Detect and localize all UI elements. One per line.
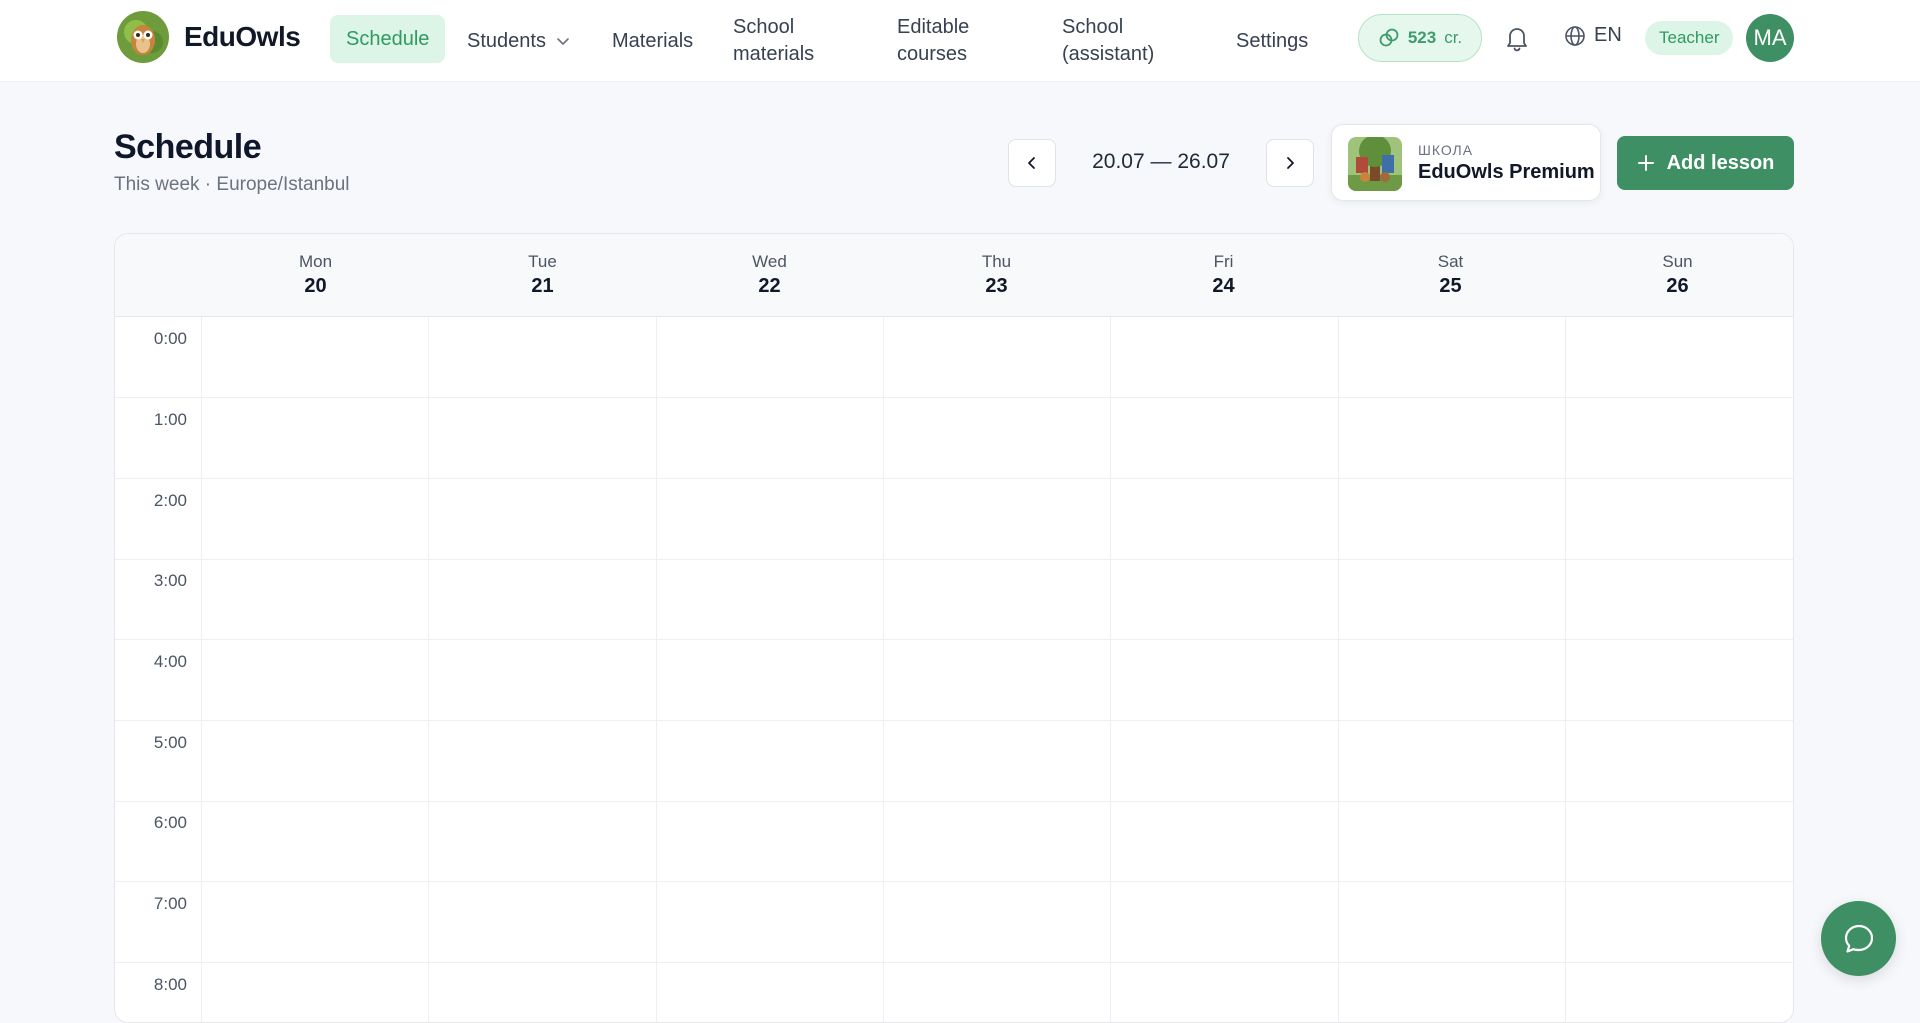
hour-divider bbox=[115, 801, 1793, 802]
page-subtitle: This week · Europe/Istanbul bbox=[114, 174, 350, 195]
brand-name[interactable]: EduOwls bbox=[184, 21, 301, 53]
hour-label: 4:00 bbox=[153, 652, 187, 671]
nav-item-materials[interactable]: Materials bbox=[612, 0, 693, 82]
school-label: ШКОЛА bbox=[1418, 142, 1474, 158]
column-divider bbox=[201, 317, 202, 1022]
hour-divider bbox=[115, 962, 1793, 963]
day-header-mon: Mon 20 bbox=[202, 252, 429, 298]
coins-icon bbox=[1379, 28, 1399, 47]
day-header-tue: Tue 21 bbox=[429, 252, 656, 298]
week-calendar: Mon 20 Tue 21 Wed 22 Thu 23 Fri 24 Sat 2… bbox=[114, 233, 1794, 1023]
hour-label: 1:00 bbox=[153, 410, 187, 429]
hour-label: 3:00 bbox=[153, 571, 187, 590]
column-divider bbox=[883, 317, 884, 1022]
plus-icon bbox=[1637, 155, 1654, 171]
day-number: 24 bbox=[1212, 275, 1235, 297]
column-divider bbox=[1338, 317, 1339, 1022]
day-header-thu: Thu 23 bbox=[883, 252, 1110, 298]
role-badge: Teacher bbox=[1645, 21, 1734, 55]
hour-label: 8:00 bbox=[153, 975, 187, 994]
globe-icon bbox=[1565, 25, 1585, 46]
day-header-fri: Fri 24 bbox=[1110, 252, 1337, 298]
chat-bubble-icon bbox=[1844, 924, 1873, 953]
chevron-right-icon bbox=[1287, 157, 1294, 169]
nav-item-students[interactable]: Students bbox=[467, 0, 570, 82]
hour-divider bbox=[115, 881, 1793, 882]
page-title: Schedule bbox=[114, 128, 262, 166]
nav-item-editable-courses[interactable]: Editable courses bbox=[897, 0, 1009, 82]
nav-item-school-materials[interactable]: School materials bbox=[733, 0, 843, 82]
day-name: Sat bbox=[1437, 252, 1464, 271]
nav-item-school-assistant[interactable]: School (assistant) bbox=[1062, 0, 1187, 82]
day-number: 20 bbox=[304, 275, 327, 297]
bell-icon[interactable] bbox=[1504, 24, 1530, 52]
day-name: Wed bbox=[752, 252, 787, 271]
hour-divider bbox=[115, 397, 1793, 398]
hour-divider bbox=[115, 720, 1793, 721]
day-header-sun: Sun 26 bbox=[1564, 252, 1791, 298]
column-divider bbox=[1110, 317, 1111, 1022]
hour-label: 0:00 bbox=[153, 329, 187, 348]
day-header-wed: Wed 22 bbox=[656, 252, 883, 298]
chevron-left-icon bbox=[1028, 157, 1035, 169]
hour-divider bbox=[115, 639, 1793, 640]
nav-item-schedule[interactable]: Schedule bbox=[330, 15, 446, 63]
hour-label: 2:00 bbox=[153, 491, 187, 510]
day-number: 25 bbox=[1439, 275, 1462, 297]
day-name: Thu bbox=[981, 252, 1012, 271]
day-number: 26 bbox=[1666, 275, 1689, 297]
owl-logo-icon[interactable] bbox=[116, 10, 170, 64]
hour-label: 7:00 bbox=[153, 894, 187, 913]
hour-label: 5:00 bbox=[153, 733, 187, 752]
top-navigation-bar: EduOwls Schedule Students Materials Scho… bbox=[0, 0, 1920, 82]
week-range: 20.07 — 26.07 bbox=[1092, 150, 1230, 173]
column-divider bbox=[1565, 317, 1566, 1022]
avatar[interactable]: MA bbox=[1746, 14, 1794, 62]
nav-item-students-label: Students bbox=[467, 29, 546, 52]
credits-unit: cr. bbox=[1444, 28, 1463, 47]
add-lesson-button[interactable]: Add lesson bbox=[1617, 136, 1794, 190]
day-number: 22 bbox=[758, 275, 781, 297]
day-name: Mon bbox=[298, 252, 333, 271]
day-number: 23 bbox=[985, 275, 1008, 297]
next-week-button[interactable] bbox=[1266, 139, 1314, 187]
school-name: EduOwls Premium bbox=[1418, 161, 1595, 183]
day-name: Sun bbox=[1662, 252, 1693, 271]
hour-divider bbox=[115, 559, 1793, 560]
hour-divider bbox=[115, 478, 1793, 479]
prev-week-button[interactable] bbox=[1008, 139, 1056, 187]
credits-badge[interactable]: 523 cr. bbox=[1358, 14, 1482, 62]
column-divider bbox=[428, 317, 429, 1022]
nav-item-settings[interactable]: Settings bbox=[1236, 0, 1308, 82]
credits-amount: 523 bbox=[1407, 28, 1437, 47]
chevron-down-icon bbox=[557, 38, 569, 45]
day-number: 21 bbox=[531, 275, 554, 297]
language-switcher[interactable]: EN bbox=[1564, 24, 1622, 47]
school-selector-card[interactable]: ШКОЛА EduOwls Premium bbox=[1331, 124, 1601, 201]
chat-button[interactable] bbox=[1821, 901, 1896, 976]
hour-label: 6:00 bbox=[153, 813, 187, 832]
column-divider bbox=[656, 317, 657, 1022]
day-name: Fri bbox=[1213, 252, 1234, 271]
day-name: Tue bbox=[528, 252, 557, 271]
school-image bbox=[1348, 137, 1402, 191]
language-code: EN bbox=[1594, 24, 1622, 46]
day-header-sat: Sat 25 bbox=[1337, 252, 1564, 298]
add-lesson-label: Add lesson bbox=[1666, 151, 1775, 174]
